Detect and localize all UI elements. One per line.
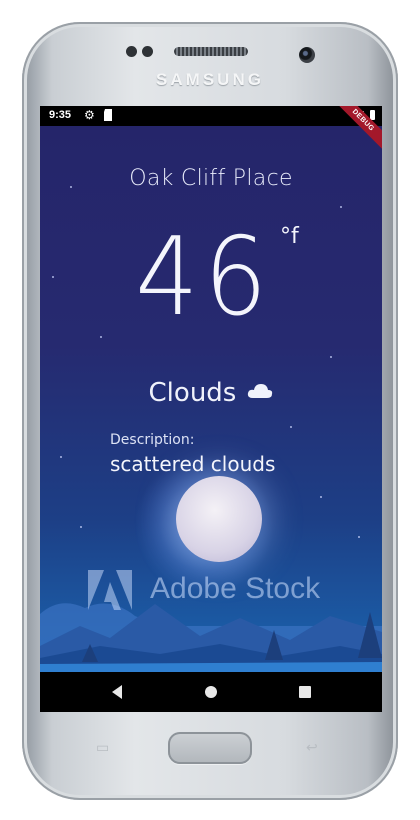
status-time: 9:35 (49, 109, 72, 121)
condition-row: Clouds (40, 378, 382, 408)
adobe-logo-icon (88, 570, 132, 610)
cloud-icon (248, 384, 273, 398)
hardware-home-button (168, 732, 252, 764)
stock-watermark: Adobe Stock (86, 566, 336, 616)
temperature-unit: °f (280, 224, 299, 249)
proximity-sensor (126, 46, 137, 57)
hw-back-icon: ↩ (306, 740, 318, 756)
earpiece-speaker (174, 47, 248, 56)
sd-card-icon (104, 109, 112, 121)
moon (176, 476, 262, 562)
city-name: Oak Cliff Place (129, 166, 293, 191)
navigation-bar (40, 672, 382, 712)
recent-apps-icon[interactable] (299, 686, 311, 698)
weather-app: Adobe Stock Oak Cliff Place 46 °f Clouds… (40, 126, 382, 672)
condition-text: Clouds (148, 378, 237, 408)
temperature-value: 46 (135, 215, 273, 340)
front-camera (299, 47, 315, 63)
home-icon[interactable] (205, 686, 217, 698)
temperature-display: 46 °f (40, 224, 382, 344)
back-icon[interactable] (112, 685, 122, 699)
watermark-text: Adobe Stock (150, 572, 321, 605)
status-bar: 9:35 ⚙ (40, 106, 382, 126)
light-sensor (142, 46, 153, 57)
gear-icon: ⚙ (84, 108, 95, 122)
description-label: Description: (110, 432, 195, 448)
description-value: scattered clouds (110, 452, 276, 476)
screen: 9:35 ⚙ DEBUG Adobe Stock Oak Cliff Place… (40, 106, 382, 712)
brand-logo: SAMSUNG (156, 70, 264, 89)
hw-recent-apps-icon: ▭ (96, 740, 110, 756)
